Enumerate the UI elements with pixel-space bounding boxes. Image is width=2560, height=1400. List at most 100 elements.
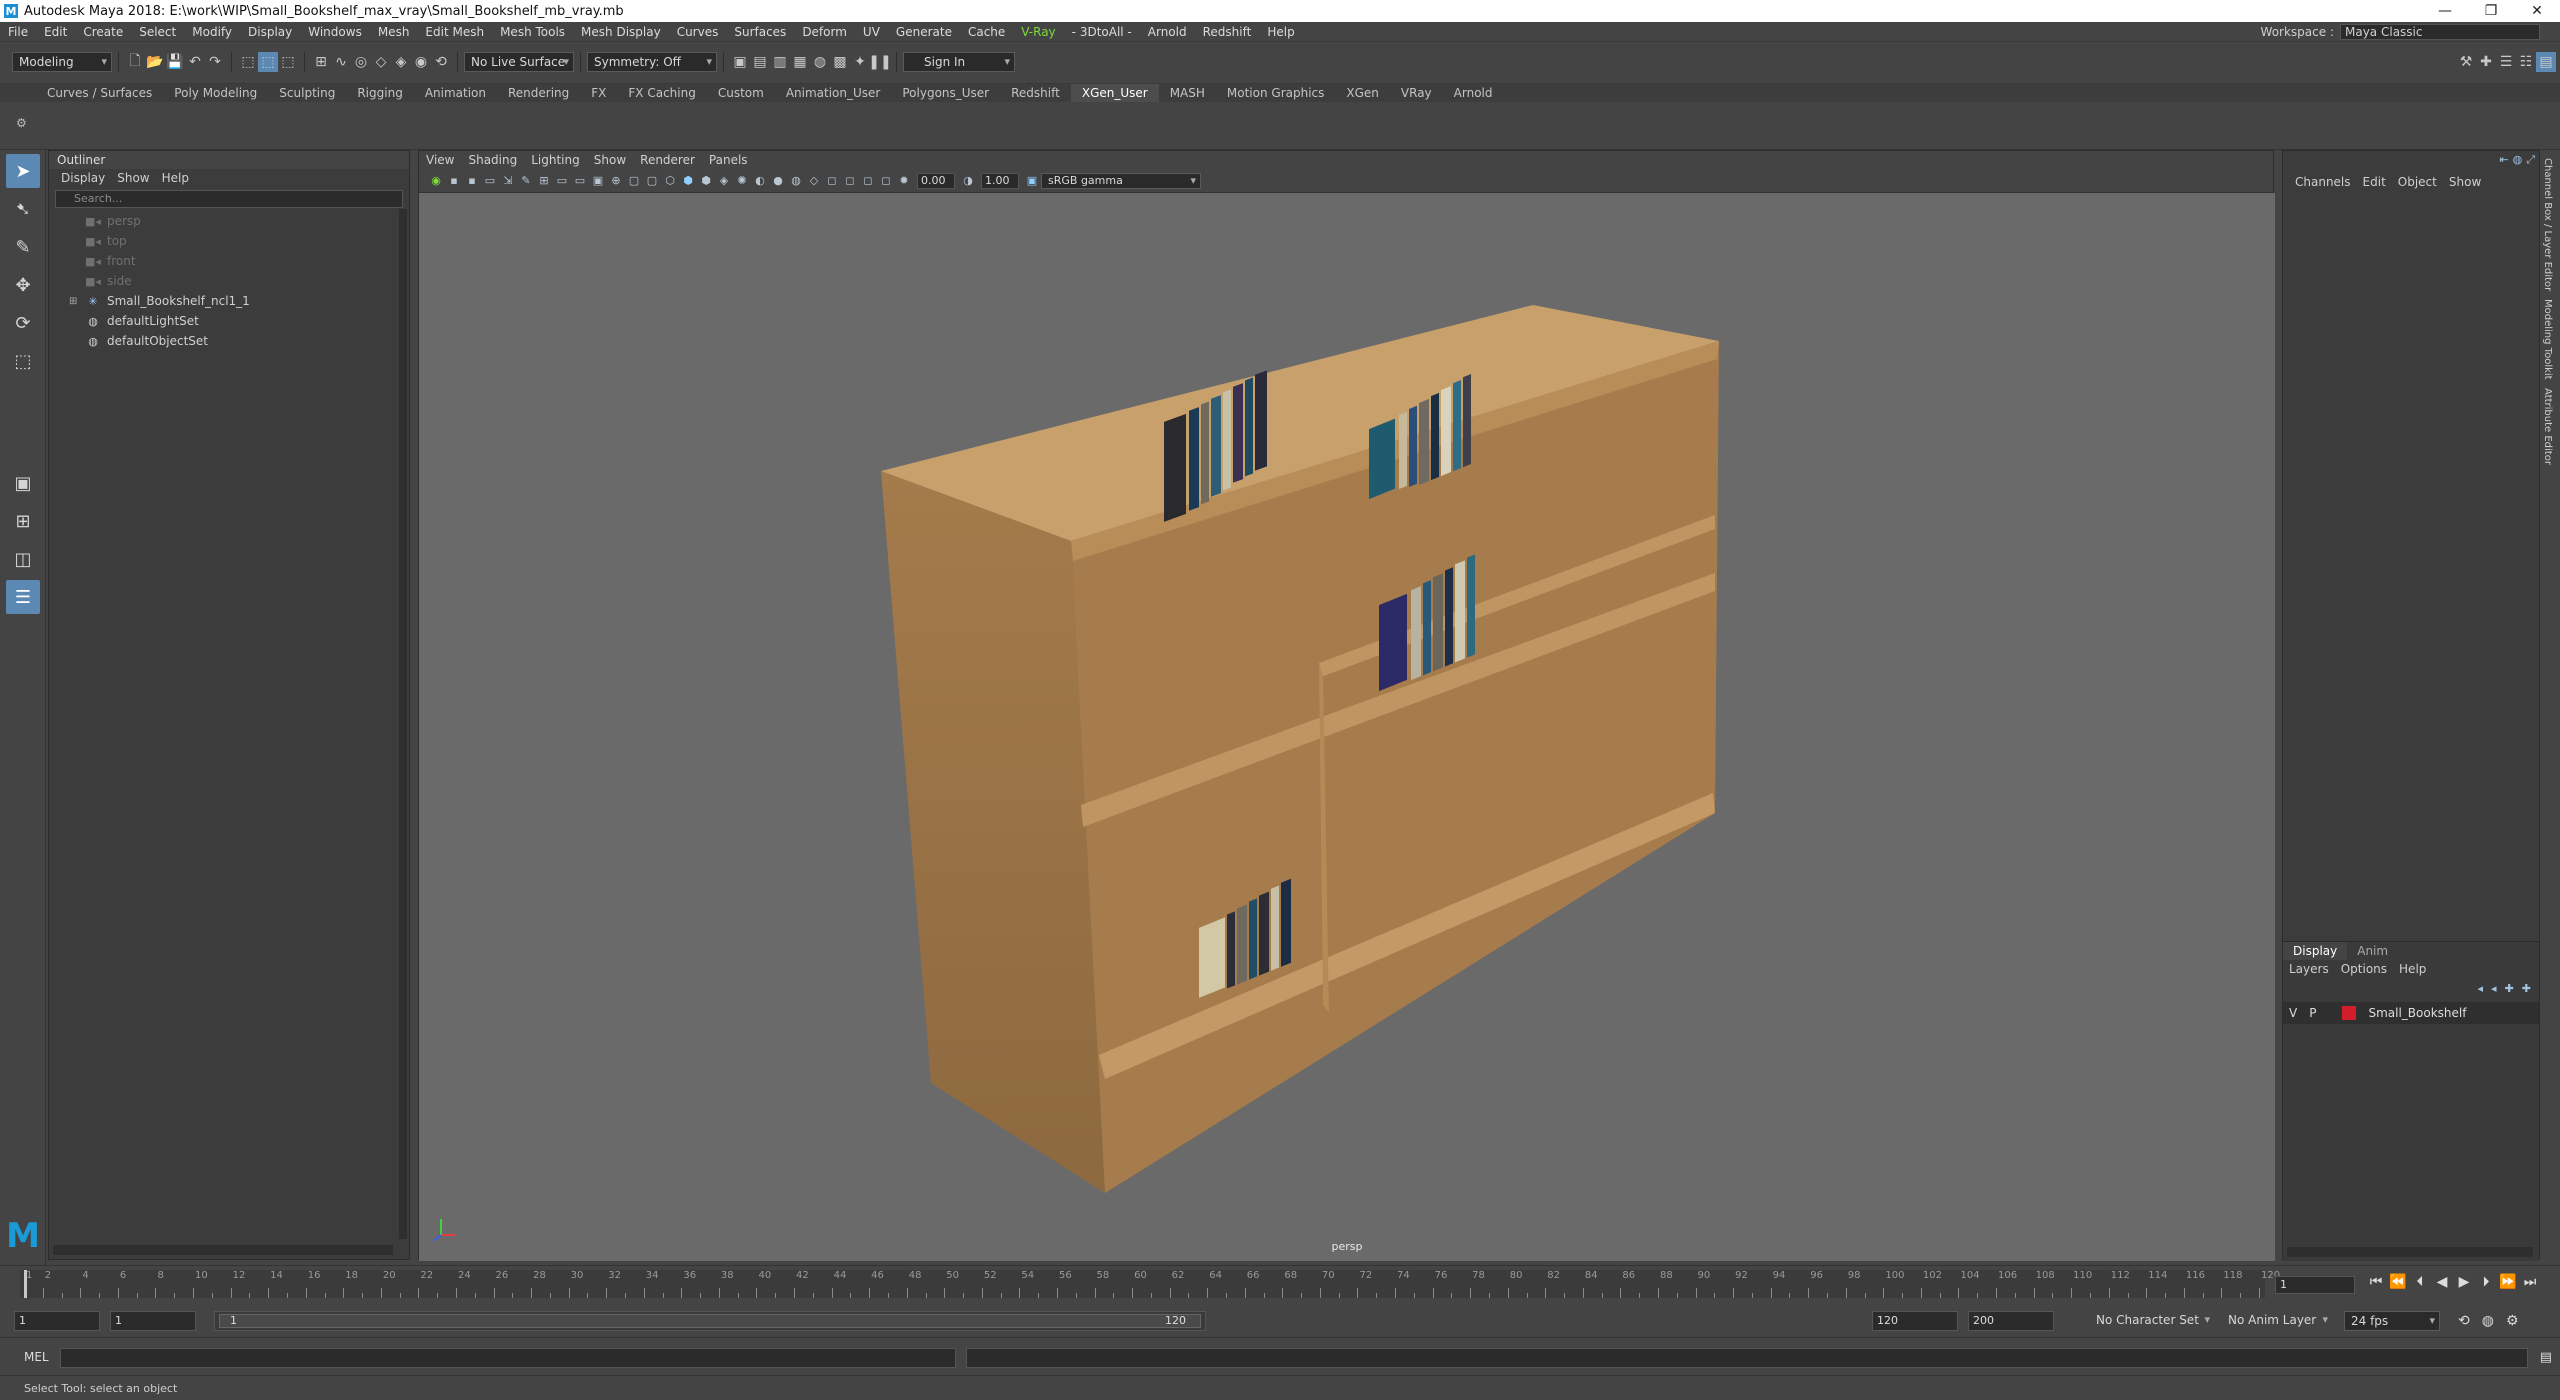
shelf-tab-redshift[interactable]: Redshift (1000, 84, 1071, 102)
menu-edit[interactable]: Edit (36, 22, 75, 42)
menu-deform[interactable]: Deform (794, 22, 855, 42)
step-forward-frame-icon[interactable]: ⏵ (2475, 1274, 2497, 1290)
outliner-item-top[interactable]: ■◂ top (49, 231, 409, 251)
outliner-item-small-bookshelf[interactable]: ⊞ ✳ Small_Bookshelf_ncl1_1 (49, 291, 409, 311)
redo-icon[interactable]: ↷ (205, 52, 225, 72)
field-chart-icon[interactable]: ⊕ (608, 173, 624, 189)
safe-action-icon[interactable]: ▢ (626, 173, 642, 189)
menu-redshift[interactable]: Redshift (1195, 22, 1260, 42)
animation-start-field[interactable]: 1 (14, 1311, 100, 1331)
menu-generate[interactable]: Generate (888, 22, 960, 42)
outliner-horizontal-scrollbar[interactable] (53, 1245, 393, 1255)
backface-culling-icon[interactable]: ◻ (878, 173, 894, 189)
ipr-render-icon[interactable]: ▥ (770, 52, 790, 72)
vray-render-icon[interactable]: ✦ (850, 52, 870, 72)
bookmark-icon[interactable]: ▪ (464, 173, 480, 189)
screen-space-ao-icon[interactable]: ● (770, 173, 786, 189)
outliner-layout-icon[interactable]: ☰ (6, 580, 40, 614)
x-ray-icon[interactable]: ◻ (842, 173, 858, 189)
go-to-start-icon[interactable]: ⏮ (2365, 1274, 2387, 1290)
image-plane-icon[interactable]: ▭ (482, 173, 498, 189)
motion-blur-icon[interactable]: ◍ (788, 173, 804, 189)
character-controls-icon[interactable]: ✚ (2476, 52, 2496, 72)
save-scene-icon[interactable]: 💾 (165, 52, 185, 72)
outliner-item-default-object-set[interactable]: ◍ defaultObjectSet (49, 331, 409, 351)
menu-3dtoall[interactable]: - 3DtoAll - (1064, 22, 1140, 42)
loop-icon[interactable]: ⟲ (2458, 1313, 2470, 1329)
new-scene-icon[interactable]: 🗋 (125, 52, 145, 72)
menu-windows[interactable]: Windows (300, 22, 370, 42)
resolution-gate-icon[interactable]: ▭ (572, 173, 588, 189)
viewport-menu-show[interactable]: Show (587, 151, 633, 169)
time-ruler[interactable]: 1 2 4 6 8 10 12 14 16 18 20 22 24 26 28 30 32 34 36 38 40 42 4… (20, 1270, 2280, 1298)
shelf-tab-sculpting[interactable]: Sculpting (268, 84, 346, 102)
go-to-end-icon[interactable]: ⏭ (2519, 1274, 2541, 1290)
menu-vray[interactable]: V-Ray (1013, 22, 1063, 42)
menu-uv[interactable]: UV (855, 22, 888, 42)
menu-edit-mesh[interactable]: Edit Mesh (417, 22, 492, 42)
render-settings-icon[interactable]: ◍ (810, 52, 830, 72)
safe-title-icon[interactable]: ▢ (644, 173, 660, 189)
layer-horizontal-scrollbar[interactable] (2287, 1247, 2533, 1257)
close-button[interactable]: ✕ (2514, 0, 2560, 22)
menu-select[interactable]: Select (131, 22, 184, 42)
2d-pan-zoom-icon[interactable]: ⇲ (500, 173, 516, 189)
history-icon[interactable]: ⟲ (431, 52, 451, 72)
menu-display[interactable]: Display (240, 22, 300, 42)
exposure-field[interactable]: 0.00 (917, 172, 955, 189)
anim-layer-dropdown[interactable]: No Anim Layer (2222, 1311, 2332, 1331)
shelf-tab-rendering[interactable]: Rendering (497, 84, 580, 102)
current-time-marker[interactable] (24, 1270, 27, 1298)
menu-file[interactable]: File (0, 22, 36, 42)
menu-arnold[interactable]: Arnold (1140, 22, 1195, 42)
channel-box-menu-show[interactable]: Show (2443, 171, 2487, 193)
step-forward-key-icon[interactable]: ⏩ (2497, 1274, 2519, 1290)
menu-modify[interactable]: Modify (184, 22, 240, 42)
shelf-tab-motion-graphics[interactable]: Motion Graphics (1216, 84, 1336, 102)
rotate-tool-icon[interactable]: ⟳ (6, 306, 40, 340)
outliner-menu-display[interactable]: Display (55, 169, 111, 187)
channel-box-icon[interactable]: ▤ (2536, 52, 2556, 72)
side-tab-attribute-editor[interactable]: Attribute Editor (2542, 388, 2553, 465)
smooth-shade-icon[interactable]: ⬢ (680, 173, 696, 189)
shelf-tab-arnold[interactable]: Arnold (1443, 84, 1504, 102)
layer-menu-layers[interactable]: Layers (2283, 960, 2335, 978)
move-layer-up-icon[interactable]: ◂ (2478, 982, 2484, 995)
layer-menu-options[interactable]: Options (2335, 960, 2393, 978)
shelf-tab-poly-modeling[interactable]: Poly Modeling (163, 84, 268, 102)
step-back-key-icon[interactable]: ⏪ (2387, 1274, 2409, 1290)
snap-curve-icon[interactable]: ∿ (331, 52, 351, 72)
layer-row-small-bookshelf[interactable]: V P Small_Bookshelf (2283, 1002, 2539, 1024)
menu-create[interactable]: Create (75, 22, 131, 42)
tool-settings-icon[interactable]: ☷ (2516, 52, 2536, 72)
playback-start-field[interactable]: 1 (110, 1311, 196, 1331)
command-language-label[interactable]: MEL (24, 1350, 49, 1364)
hypershade-icon[interactable]: ▩ (830, 52, 850, 72)
channel-box-menu-channels[interactable]: Channels (2289, 171, 2357, 193)
layer-visibility-toggle[interactable]: V (2283, 1006, 2303, 1020)
render-frame-icon[interactable]: ▣ (730, 52, 750, 72)
wireframe-on-shaded-icon[interactable]: ⬢ (698, 173, 714, 189)
layer-tab-anim[interactable]: Anim (2347, 942, 2398, 960)
view-transform-dropdown[interactable]: sRGB gamma (1041, 172, 1201, 189)
move-tool-icon[interactable]: ✥ (6, 268, 40, 302)
outliner-menu-help[interactable]: Help (156, 169, 195, 187)
open-scene-icon[interactable]: 📂 (145, 52, 165, 72)
minimize-button[interactable]: — (2422, 0, 2468, 22)
gamma-field[interactable]: 1.00 (981, 172, 1019, 189)
outliner-item-front[interactable]: ■◂ front (49, 251, 409, 271)
x-ray-joints-icon[interactable]: ◻ (860, 173, 876, 189)
shelf-settings-icon[interactable]: ⚙ (16, 116, 27, 130)
viewport-menu-renderer[interactable]: Renderer (633, 151, 702, 169)
range-bar[interactable]: 1 120 (214, 1311, 1206, 1331)
play-backwards-icon[interactable]: ◀ (2431, 1274, 2453, 1290)
snap-grid-icon[interactable]: ⊞ (311, 52, 331, 72)
select-object-icon[interactable]: ⬚ (258, 52, 278, 72)
scale-tool-icon[interactable]: ⬚ (6, 344, 40, 378)
menu-mesh[interactable]: Mesh (370, 22, 418, 42)
move-layer-down-icon[interactable]: ◂ (2491, 982, 2497, 995)
viewport-menu-lighting[interactable]: Lighting (524, 151, 587, 169)
snap-surface-icon[interactable]: ◇ (371, 52, 391, 72)
channel-box-menu-object[interactable]: Object (2392, 171, 2443, 193)
outliner-item-persp[interactable]: ■◂ persp (49, 211, 409, 231)
